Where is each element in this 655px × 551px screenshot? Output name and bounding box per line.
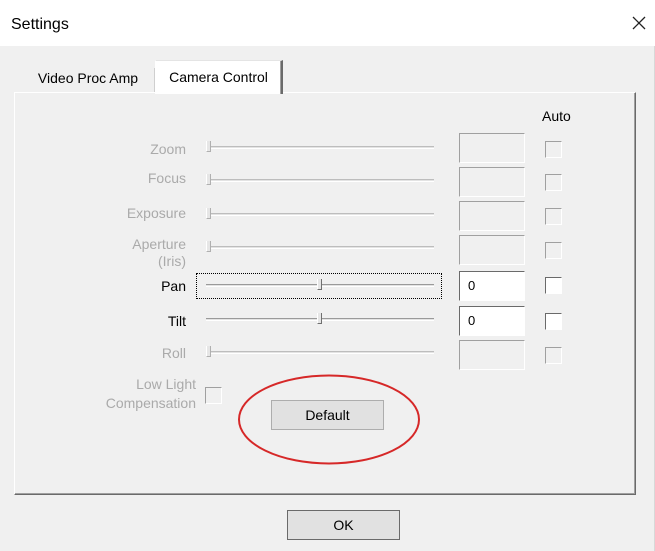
title-bar: Settings xyxy=(0,0,655,46)
pan-slider[interactable] xyxy=(201,279,439,293)
close-button[interactable] xyxy=(624,8,654,38)
focus-slider[interactable] xyxy=(201,174,439,188)
tilt-value-field[interactable]: 0 xyxy=(459,306,525,336)
low-light-checkbox[interactable] xyxy=(205,387,222,404)
tilt-slider[interactable] xyxy=(201,313,439,327)
tab-video-proc-amp[interactable]: Video Proc Amp xyxy=(22,64,154,93)
roll-slider-thumb[interactable] xyxy=(206,346,211,357)
exposure-slider[interactable] xyxy=(201,208,439,222)
roll-label: Roll xyxy=(161,345,186,361)
aperture-value-field[interactable] xyxy=(459,235,525,265)
tilt-label: Tilt xyxy=(167,313,186,329)
auto-column-header: Auto xyxy=(542,108,571,124)
exposure-slider-thumb[interactable] xyxy=(206,208,211,219)
zoom-label: Zoom xyxy=(150,141,186,157)
zoom-auto-checkbox[interactable] xyxy=(545,141,562,158)
zoom-value-field[interactable] xyxy=(459,133,525,163)
aperture-slider-thumb[interactable] xyxy=(206,241,211,252)
default-button[interactable]: Default xyxy=(271,400,384,430)
tilt-slider-thumb[interactable] xyxy=(317,313,322,324)
zoom-slider[interactable] xyxy=(201,141,439,155)
low-light-label: Low Light Compensation xyxy=(105,376,196,411)
window-title: Settings xyxy=(11,16,69,33)
roll-slider[interactable] xyxy=(201,346,439,360)
focus-auto-checkbox[interactable] xyxy=(545,174,562,191)
aperture-slider[interactable] xyxy=(201,241,439,255)
ok-button[interactable]: OK xyxy=(287,510,400,540)
exposure-label: Exposure xyxy=(126,205,186,221)
exposure-auto-checkbox[interactable] xyxy=(545,208,562,225)
focus-slider-thumb[interactable] xyxy=(206,174,211,185)
focus-value-field[interactable] xyxy=(459,167,525,197)
settings-dialog: Settings Video Proc Amp Camera Control A… xyxy=(0,0,655,551)
aperture-label: Aperture (Iris) xyxy=(132,236,186,269)
pan-value-field[interactable]: 0 xyxy=(459,271,525,301)
tilt-auto-checkbox[interactable] xyxy=(545,313,562,330)
exposure-value-field[interactable] xyxy=(459,201,525,231)
roll-value-field[interactable] xyxy=(459,340,525,370)
pan-label: Pan xyxy=(161,278,186,294)
aperture-auto-checkbox[interactable] xyxy=(545,242,562,259)
close-icon xyxy=(632,16,646,30)
roll-auto-checkbox[interactable] xyxy=(545,347,562,364)
pan-slider-thumb[interactable] xyxy=(317,279,322,290)
zoom-slider-thumb[interactable] xyxy=(206,141,211,152)
tab-camera-control[interactable]: Camera Control xyxy=(155,60,283,94)
pan-auto-checkbox[interactable] xyxy=(545,277,562,294)
focus-label: Focus xyxy=(147,170,186,186)
